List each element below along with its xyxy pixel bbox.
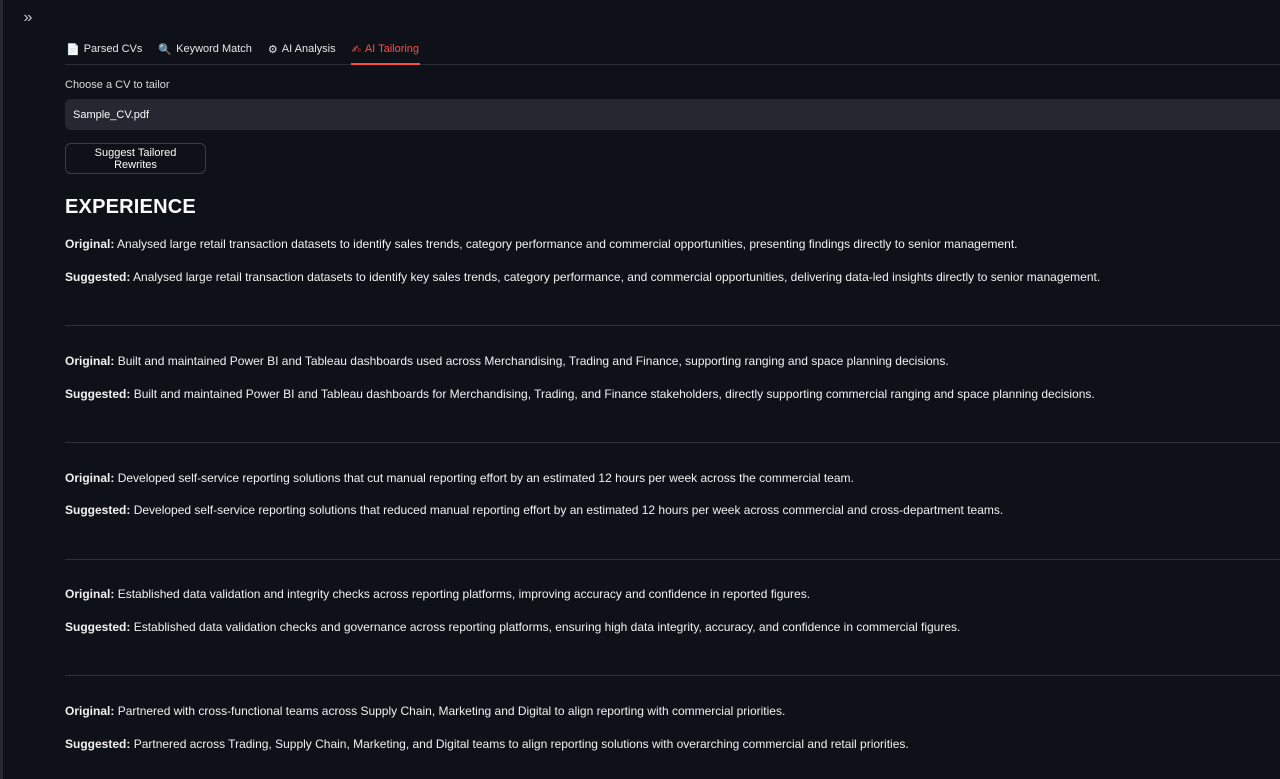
original-label: Original: (65, 354, 115, 368)
original-value: Developed self-service reporting solutio… (117, 471, 854, 485)
original-label: Original: (65, 704, 115, 718)
divider (65, 325, 1280, 326)
section-heading: EXPERIENCE (65, 196, 196, 218)
original-label: Original: (65, 471, 115, 485)
original-value: Analysed large retail transaction datase… (117, 237, 1018, 251)
suggested-label: Suggested: (65, 737, 131, 751)
original-text: Original: Built and maintained Power BI … (65, 354, 949, 368)
tab-parsed-cvs[interactable]: 📄 Parsed CVs (65, 34, 143, 64)
document-icon: 📄 (66, 43, 80, 56)
main-content: 📄 Parsed CVs 🔍 Keyword Match ⚙ AI Analys… (65, 0, 1280, 779)
tab-bar: 📄 Parsed CVs 🔍 Keyword Match ⚙ AI Analys… (65, 32, 1280, 65)
cv-select-value: Sample_CV.pdf (73, 108, 150, 121)
suggested-label: Suggested: (65, 503, 131, 517)
tab-keyword-match[interactable]: 🔍 Keyword Match (157, 34, 253, 64)
original-text: Original: Partnered with cross-functiona… (65, 704, 785, 718)
original-value: Built and maintained Power BI and Tablea… (117, 354, 949, 368)
suggested-value: Analysed large retail transaction datase… (133, 270, 1101, 284)
suggested-value: Developed self-service reporting solutio… (133, 503, 1004, 517)
suggested-label: Suggested: (65, 270, 131, 284)
original-label: Original: (65, 587, 115, 601)
suggested-label: Suggested: (65, 387, 131, 401)
suggested-text: Suggested: Built and maintained Power BI… (65, 387, 1095, 401)
suggested-text: Suggested: Analysed large retail transac… (65, 270, 1100, 284)
sidebar-collapsed-rail (0, 0, 3, 779)
suggest-rewrites-button[interactable]: Suggest Tailored Rewrites (65, 143, 206, 174)
tab-label: Keyword Match (176, 43, 252, 55)
suggested-text: Suggested: Developed self-service report… (65, 503, 1003, 517)
suggested-value: Partnered across Trading, Supply Chain, … (133, 737, 909, 751)
original-text: Original: Developed self-service reporti… (65, 471, 854, 485)
divider (65, 442, 1280, 443)
original-text: Original: Analysed large retail transact… (65, 237, 1018, 251)
cv-select[interactable]: Sample_CV.pdf (65, 99, 1280, 130)
tab-ai-tailoring[interactable]: ✍ AI Tailoring (350, 34, 421, 65)
divider (65, 675, 1280, 676)
tab-label: AI Tailoring (364, 43, 420, 55)
cv-select-label: Choose a CV to tailor (65, 79, 170, 91)
original-text: Original: Established data validation an… (65, 587, 810, 601)
tab-label: Parsed CVs (83, 43, 143, 55)
suggested-text: Suggested: Established data validation c… (65, 620, 960, 634)
divider (65, 559, 1280, 560)
magnifier-icon: 🔍 (158, 43, 173, 56)
writing-hand-icon: ✍ (351, 43, 361, 56)
suggested-value: Established data validation checks and g… (133, 620, 961, 634)
suggested-label: Suggested: (65, 620, 131, 634)
suggested-value: Built and maintained Power BI and Tablea… (133, 387, 1095, 401)
original-value: Partnered with cross-functional teams ac… (117, 704, 786, 718)
tab-label: AI Analysis (281, 43, 336, 55)
tab-ai-analysis[interactable]: ⚙ AI Analysis (267, 34, 337, 64)
expand-sidebar-icon[interactable]: » (18, 8, 38, 28)
original-label: Original: (65, 237, 115, 251)
gear-icon: ⚙ (267, 43, 278, 56)
suggested-text: Suggested: Partnered across Trading, Sup… (65, 737, 909, 751)
original-value: Established data validation and integrit… (117, 587, 811, 601)
